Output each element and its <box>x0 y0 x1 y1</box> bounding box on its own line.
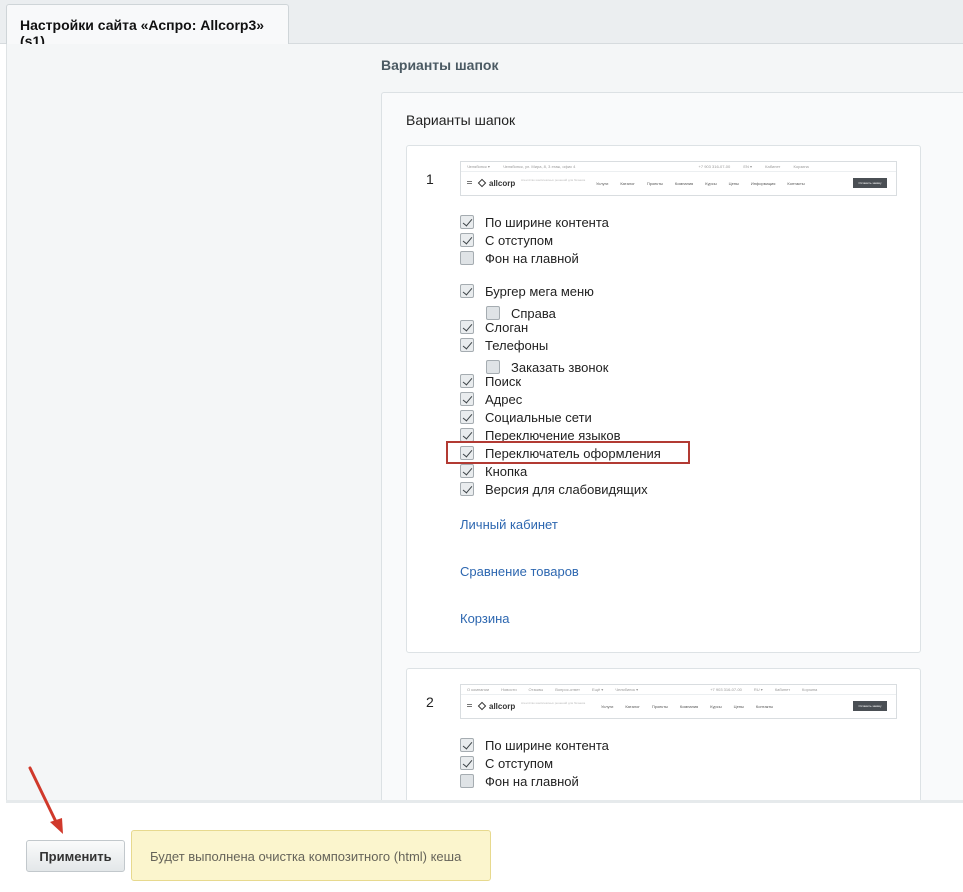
checkbox[interactable] <box>460 251 474 265</box>
checkbox[interactable] <box>460 738 474 752</box>
option-content-width[interactable]: По ширине контента <box>460 213 609 231</box>
checkbox[interactable] <box>460 482 474 496</box>
preview-logo: allcorp <box>477 701 515 711</box>
preview-topline: О компании Новости Отзывы Вопрос-ответ Ещё ▾… <box>461 685 896 695</box>
checkbox[interactable] <box>460 374 474 388</box>
header-preview-1[interactable]: Челябинск ▾ Челябинск, ул. Мира, 8, 3 эт… <box>460 161 897 196</box>
checkbox[interactable] <box>460 428 474 442</box>
checkbox[interactable] <box>460 756 474 770</box>
preview-slogan: Агентство комплексных решений для бизнес… <box>521 178 586 182</box>
option-with-indent[interactable]: С отступом <box>460 231 553 249</box>
option-home-background[interactable]: Фон на главной <box>460 772 579 790</box>
preview-top-item: Кабинет <box>765 164 781 169</box>
preview-main-row: allcorp Агентство комплексных решений дл… <box>461 695 896 718</box>
preview-topline: Челябинск ▾ Челябинск, ул. Мира, 8, 3 эт… <box>461 162 896 172</box>
preview-top-item: Челябинск ▾ <box>467 164 490 169</box>
highlight-box <box>446 441 690 464</box>
preview-menu: Услуги Каталог Проекты Компания Курсы Цены Кон… <box>601 704 774 709</box>
checkbox[interactable] <box>460 410 474 424</box>
logo-icon <box>477 178 487 188</box>
option-with-indent[interactable]: С отступом <box>460 754 553 772</box>
tab-site-settings[interactable]: Настройки сайта «Аспро: Allcorp3» (s1) <box>6 4 289 49</box>
preview-button: Оставить заявку <box>853 178 887 188</box>
link-personal-account[interactable]: Личный кабинет <box>460 517 558 532</box>
preview-top-item: +7 903 316-07-00 <box>698 164 731 169</box>
header-variant-1: 1 Челябинск ▾ Челябинск, ул. Мира, 8, 3 … <box>406 145 921 653</box>
checkbox[interactable] <box>460 464 474 478</box>
variant-number: 2 <box>426 694 434 710</box>
apply-button[interactable]: Применить <box>26 840 125 872</box>
arrow-annotation-icon <box>28 766 63 834</box>
option-accessibility[interactable]: Версия для слабовидящих <box>460 480 648 498</box>
footer-bar: Применить Будет выполнена очистка композ… <box>6 800 963 892</box>
burger-icon <box>467 181 472 184</box>
preview-logo: allcorp <box>477 178 515 188</box>
top-tab-bar: Настройки сайта «Аспро: Allcorp3» (s1) <box>0 0 963 49</box>
option-home-background[interactable]: Фон на главной <box>460 249 579 267</box>
checkbox[interactable] <box>460 215 474 229</box>
logo-icon <box>477 701 487 711</box>
preview-main-row: allcorp Агентство комплексных решений дл… <box>461 172 896 195</box>
section-title: Варианты шапок <box>381 57 499 73</box>
preview-button: Оставить заявку <box>853 701 887 711</box>
checkbox[interactable] <box>460 320 474 334</box>
preview-top-item: Корзина <box>793 164 809 169</box>
link-compare[interactable]: Сравнение товаров <box>460 564 579 579</box>
checkbox[interactable] <box>460 233 474 247</box>
option-search[interactable]: Поиск <box>460 372 521 390</box>
checkbox[interactable] <box>460 284 474 298</box>
preview-menu: Услуги Каталог Проекты Компания Курсы Цены Инф… <box>596 181 805 186</box>
settings-panel: Варианты шапок Варианты шапок 1 Челябинс… <box>6 44 963 828</box>
header-preview-2[interactable]: О компании Новости Отзывы Вопрос-ответ Ещё ▾… <box>460 684 897 719</box>
link-cart[interactable]: Корзина <box>460 611 510 626</box>
option-social[interactable]: Социальные сети <box>460 408 592 426</box>
option-slogan[interactable]: Слоган <box>460 318 528 336</box>
option-content-width[interactable]: По ширине контента <box>460 736 609 754</box>
preview-slogan: Агентство комплексных решений для бизнес… <box>521 701 586 705</box>
checkbox[interactable] <box>460 774 474 788</box>
preview-top-item: EN ▾ <box>743 164 753 169</box>
cache-notice: Будет выполнена очистка композитного (ht… <box>131 830 491 881</box>
option-button[interactable]: Кнопка <box>460 462 527 480</box>
checkbox[interactable] <box>460 392 474 406</box>
card-title: Варианты шапок <box>406 112 516 128</box>
checkbox[interactable] <box>460 338 474 352</box>
preview-top-item: Челябинск, ул. Мира, 8, 3 этаж, офис 4 <box>503 164 576 169</box>
option-burger-mega-menu[interactable]: Бургер мега меню <box>460 282 594 300</box>
burger-icon <box>467 704 472 707</box>
variant-number: 1 <box>426 171 434 187</box>
option-phones[interactable]: Телефоны <box>460 336 548 354</box>
option-address[interactable]: Адрес <box>460 390 522 408</box>
